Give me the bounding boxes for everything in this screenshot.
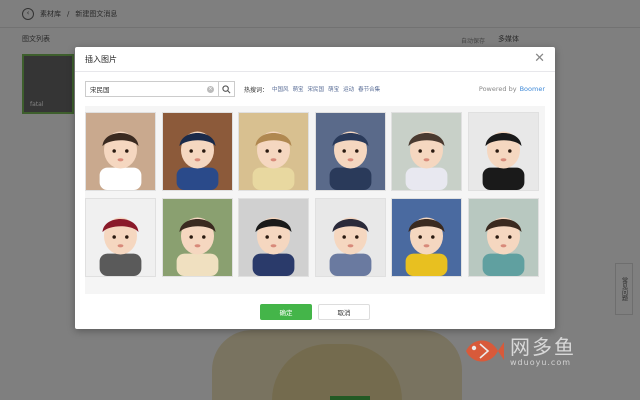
cancel-button[interactable]: 取消 xyxy=(318,304,370,320)
close-icon[interactable]: ✕ xyxy=(534,52,545,66)
hot-tag[interactable]: 萌宝 xyxy=(328,85,339,93)
baby-photo-10[interactable] xyxy=(314,198,386,277)
clear-icon[interactable]: × xyxy=(207,85,214,93)
hot-tag[interactable]: 春节合集 xyxy=(358,85,380,93)
baby-photo-7[interactable] xyxy=(85,198,156,277)
powered-by-label: Powered by xyxy=(478,85,517,93)
search-toolbar: 宋民国 × 热搜词： 中国风 萌宝 宋民国 萌宝 运动 春节合集 Powered… xyxy=(85,80,545,98)
hot-search-tags: 中国风 萌宝 宋民国 萌宝 运动 春节合集 xyxy=(272,85,380,93)
baby-photo-12[interactable] xyxy=(467,198,539,277)
baby-photo-9[interactable] xyxy=(238,198,309,277)
search-input[interactable]: 宋民国 × xyxy=(85,81,235,97)
dialog-footer: 确定 取消 xyxy=(75,295,555,329)
watermark-title: 网多鱼 xyxy=(510,334,576,359)
hot-tag[interactable]: 运动 xyxy=(343,85,354,93)
search-input-value[interactable]: 宋民国 xyxy=(90,84,207,94)
dialog-header: 插入图片 xyxy=(75,47,555,72)
hot-tag[interactable]: 宋民国 xyxy=(308,85,325,93)
baby-photo-1[interactable] xyxy=(85,112,156,191)
confirm-button[interactable]: 确定 xyxy=(260,304,312,320)
powered-by: Powered by Boomer xyxy=(479,85,545,93)
dialog-title: 插入图片 xyxy=(85,54,117,64)
hot-tag[interactable]: 中国风 xyxy=(272,85,289,93)
image-grid xyxy=(85,106,545,294)
baby-photo-5[interactable] xyxy=(391,112,462,191)
hot-search-label: 热搜词： xyxy=(244,86,269,94)
watermark-domain: wduoyu.com xyxy=(510,357,572,367)
watermark: 网多鱼 wduoyu.com xyxy=(462,330,576,372)
baby-photo-2[interactable] xyxy=(161,112,233,191)
baby-photo-3[interactable] xyxy=(238,112,309,191)
hot-tag[interactable]: 萌宝 xyxy=(293,85,304,93)
baby-photo-4[interactable] xyxy=(314,112,386,191)
search-icon xyxy=(222,84,231,93)
baby-photo-6[interactable] xyxy=(467,112,539,191)
insert-image-dialog: 插入图片 ✕ 宋民国 × 热搜词： 中国风 萌宝 宋民国 萌宝 运动 春节合集 … xyxy=(75,47,555,329)
baby-photo-11[interactable] xyxy=(391,198,462,277)
baby-photo-8[interactable] xyxy=(161,198,233,277)
powered-by-brand[interactable]: Boomer xyxy=(520,85,545,93)
fish-logo-icon xyxy=(466,340,504,362)
search-button[interactable] xyxy=(218,81,234,97)
